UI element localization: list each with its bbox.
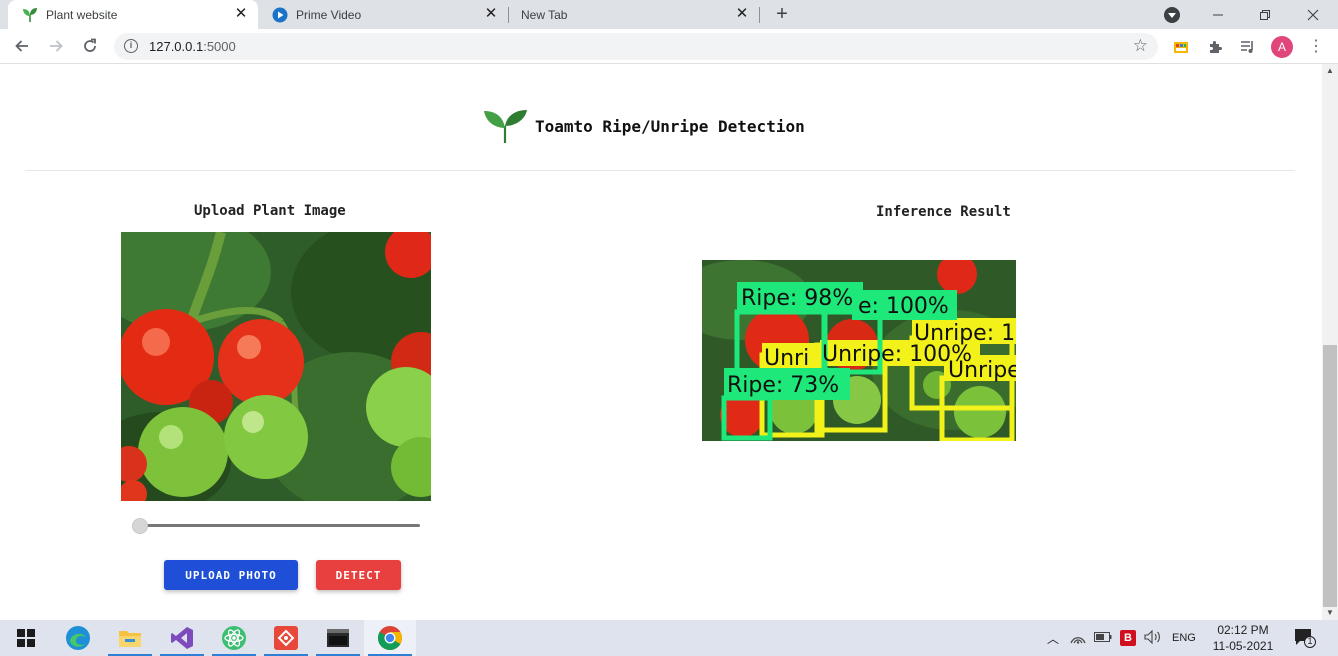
close-tab-icon[interactable]: ✕ <box>484 6 498 21</box>
chrome-icon[interactable] <box>364 620 416 656</box>
clock-time: 02:12 PM <box>1217 623 1269 637</box>
back-button[interactable] <box>11 35 33 57</box>
slider-track[interactable] <box>140 524 420 527</box>
wifi-icon[interactable] <box>1070 630 1086 647</box>
result-heading: Inference Result <box>876 204 1011 220</box>
notification-center-icon[interactable]: 1 <box>1294 628 1316 648</box>
extensions-puzzle-icon[interactable] <box>1205 37 1225 57</box>
upload-photo-button[interactable]: UPLOAD PHOTO <box>164 560 298 590</box>
tab-search-icon[interactable] <box>1164 7 1180 23</box>
battery-icon[interactable] <box>1094 631 1112 645</box>
address-bar[interactable]: i 127.0.0.1:5000 ☆ <box>114 33 1158 60</box>
detection-label: e: 100% <box>858 294 949 319</box>
page-viewport: Toamto Ripe/Unripe Detection Upload Plan… <box>0 64 1322 620</box>
tab-strip: Plant website ✕ Prime Video ✕ New Tab ✕ … <box>0 0 1338 29</box>
url-text[interactable]: 127.0.0.1:5000 <box>149 39 236 54</box>
tab-plant-website[interactable]: Plant website ✕ <box>8 0 258 29</box>
bookmark-star-icon[interactable]: ☆ <box>1133 36 1148 56</box>
upload-heading: Upload Plant Image <box>194 203 346 219</box>
visual-studio-icon[interactable] <box>156 620 208 656</box>
sprout-logo-icon <box>484 110 527 143</box>
page-header: Toamto Ripe/Unripe Detection <box>483 108 805 144</box>
slider-thumb[interactable] <box>132 518 148 534</box>
system-clock[interactable]: 02:12 PM 11-05-2021 <box>1206 622 1280 654</box>
git-icon[interactable] <box>260 620 312 656</box>
menu-kebab-icon[interactable]: ⋮ <box>1308 37 1324 57</box>
system-tray: ︿ B ENG <box>1044 620 1196 656</box>
atom-icon[interactable] <box>208 620 260 656</box>
minimize-button[interactable] <box>1195 0 1241 29</box>
edge-icon[interactable] <box>52 620 104 656</box>
windows-taskbar: ︿ B ENG 02:12 PM 11-05-2021 1 <box>0 620 1338 656</box>
close-tab-icon[interactable]: ✕ <box>735 6 749 21</box>
detection-label: Ripe: 73% <box>727 373 839 398</box>
detection-label: Ripe: 98% <box>741 286 853 311</box>
inference-result-image: Ripe: 98% e: 100% Unripe: 1 Unri Unripe:… <box>702 260 1016 441</box>
uploaded-plant-image <box>121 232 431 501</box>
forward-button[interactable] <box>45 35 67 57</box>
scroll-thumb[interactable] <box>1323 345 1337 607</box>
tab-title: New Tab <box>521 7 568 22</box>
terminal-icon[interactable] <box>312 620 364 656</box>
speaker-icon[interactable] <box>1144 629 1162 647</box>
detection-label: Unripe <box>948 358 1016 383</box>
page-title: Toamto Ripe/Unripe Detection <box>535 116 805 136</box>
prime-video-icon <box>272 7 288 23</box>
profile-avatar[interactable]: A <box>1271 36 1293 58</box>
detection-label: Unri <box>764 346 809 371</box>
header-divider <box>25 170 1295 171</box>
restore-button[interactable] <box>1242 0 1288 29</box>
tab-title: Prime Video <box>296 7 362 22</box>
start-icon[interactable] <box>0 620 52 656</box>
clock-date: 11-05-2021 <box>1212 639 1274 653</box>
tab-prime-video[interactable]: Prime Video ✕ <box>258 0 508 29</box>
sprout-icon <box>22 7 38 23</box>
show-hidden-icons-icon[interactable]: ︿ <box>1044 630 1062 647</box>
scroll-down-arrow-icon[interactable]: ▼ <box>1322 606 1338 620</box>
close-tab-icon[interactable]: ✕ <box>234 6 248 21</box>
reload-button[interactable] <box>79 35 101 57</box>
tab-title: Plant website <box>46 7 118 22</box>
language-indicator[interactable]: ENG <box>1172 632 1196 644</box>
extension-icon[interactable] <box>1171 37 1191 57</box>
tab-new-tab[interactable]: New Tab ✕ <box>509 0 759 29</box>
detect-button[interactable]: DETECT <box>316 560 401 590</box>
bitdefender-icon[interactable]: B <box>1120 630 1136 646</box>
scroll-up-arrow-icon[interactable]: ▲ <box>1322 64 1338 78</box>
new-tab-button[interactable]: + <box>772 4 792 24</box>
notification-count: 1 <box>1307 636 1313 646</box>
file-explorer-icon[interactable] <box>104 620 156 656</box>
close-window-button[interactable] <box>1290 0 1336 29</box>
media-playlist-icon[interactable] <box>1238 37 1258 57</box>
browser-toolbar: i 127.0.0.1:5000 ☆ <box>0 29 1338 64</box>
page-scrollbar[interactable]: ▲ ▼ <box>1322 64 1338 620</box>
site-info-icon[interactable]: i <box>124 39 138 53</box>
tab-separator <box>759 7 760 23</box>
